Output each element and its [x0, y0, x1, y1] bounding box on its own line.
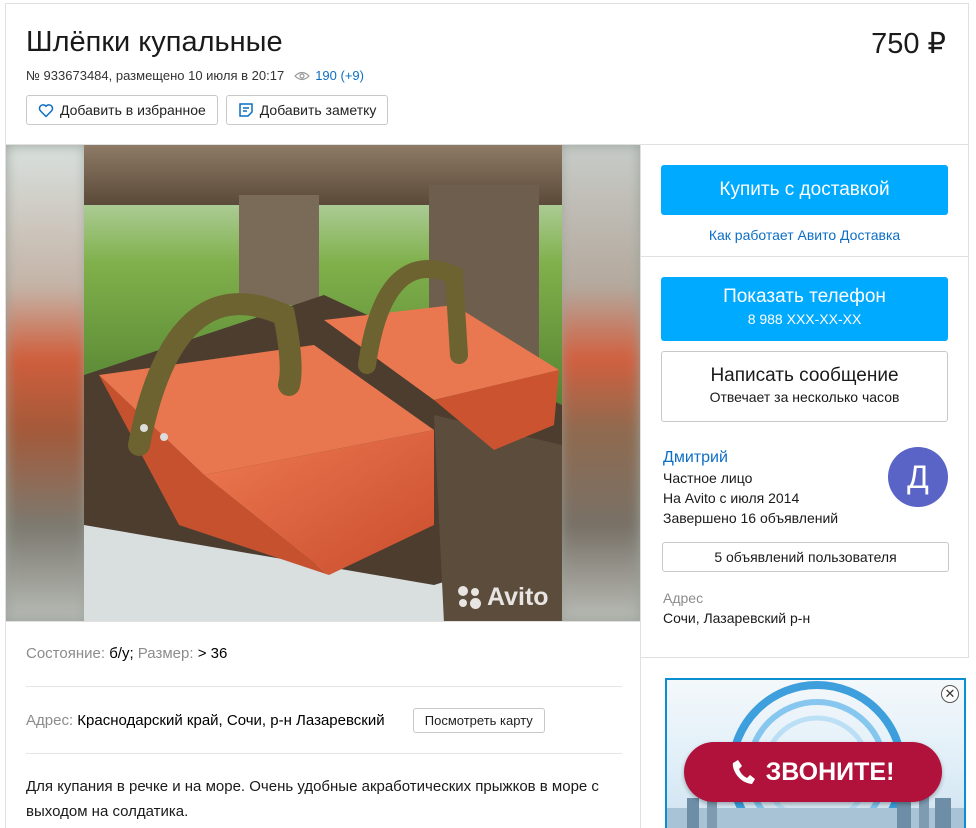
views-count: 190 (+9) [315, 68, 364, 83]
note-icon [239, 103, 253, 117]
avito-logo-icon [458, 585, 482, 610]
avito-watermark: Avito [458, 583, 549, 612]
phone-number-masked: 8 988 XXX-XX-XX [747, 311, 862, 327]
sidebar-address-value: Сочи, Лазаревский р-н [663, 610, 811, 626]
show-phone-button[interactable]: Показать телефон 8 988 XXX-XX-XX [661, 277, 948, 341]
size-label: Размер: [137, 645, 194, 662]
close-icon[interactable]: ✕ [941, 685, 959, 703]
heart-icon [38, 103, 54, 117]
listing-number-date: № 933673484, размещено 10 июля в 20:17 [26, 68, 285, 83]
divider [26, 686, 622, 687]
call-now-button[interactable]: ЗВОНИТЕ! [684, 742, 942, 802]
show-map-button[interactable]: Посмотреть карту [412, 708, 545, 733]
price: 750 ₽ [871, 28, 946, 60]
add-note-button[interactable]: Добавить заметку [225, 95, 389, 125]
call-now-text: ЗВОНИТЕ! [765, 757, 895, 786]
listing-photo[interactable] [84, 145, 562, 622]
user-ads-button[interactable]: 5 объявлений пользователя [662, 542, 949, 572]
address-value: Краснодарский край, Сочи, р-н Лазаревски… [77, 712, 385, 729]
sidebar-address-label: Адрес [663, 590, 704, 606]
write-message-button[interactable]: Написать сообщение Отвечает за несколько… [661, 351, 948, 422]
gallery-blur-left [6, 145, 86, 621]
write-message-title: Написать сообщение [710, 365, 899, 386]
description: Для купания в речке и на море. Очень удо… [26, 778, 599, 820]
condition-label: Состояние: [26, 645, 106, 662]
listing-page: Шлёпки купальные 750 ₽ № 933673484, разм… [0, 0, 976, 828]
size-value: > 36 [197, 645, 228, 662]
add-note-label: Добавить заметку [259, 102, 377, 118]
seller-name-link[interactable]: Дмитрий [663, 449, 728, 467]
listing-header: Шлёпки купальные 750 ₽ № 933673484, разм… [5, 3, 969, 145]
divider [641, 256, 968, 257]
photo-gallery[interactable]: Avito [5, 144, 641, 622]
header-actions: Добавить в избранное Добавить заметку [26, 95, 389, 125]
gallery-blur-right [560, 145, 640, 621]
avito-watermark-text: Avito [487, 583, 549, 611]
sidebar: Купить с доставкой Как работает Авито До… [640, 144, 969, 658]
add-to-favorites-button[interactable]: Добавить в избранное [26, 95, 218, 125]
response-time: Отвечает за несколько часов [709, 389, 900, 405]
address-label: Адрес: [26, 712, 74, 729]
ad-banner[interactable]: ✕ ЗВОНИТЕ! [665, 678, 966, 828]
show-phone-title: Показать телефон [723, 286, 886, 307]
phone-icon [732, 760, 755, 784]
divider [26, 753, 622, 754]
seller-since: На Avito с июля 2014 [663, 490, 800, 506]
listing-info: Состояние: б/у; Размер: > 36 Адрес: Крас… [5, 622, 641, 828]
condition-value: б/у; [109, 645, 134, 662]
delivery-info-link[interactable]: Как работает Авито Доставка [641, 227, 968, 243]
params-row: Состояние: б/у; Размер: > 36 [26, 645, 227, 662]
seller-type: Частное лицо [663, 470, 753, 486]
buy-with-delivery-button[interactable]: Купить с доставкой [661, 165, 948, 215]
views-counter[interactable]: 190 (+9) [294, 68, 364, 83]
eye-icon [294, 71, 311, 80]
listing-meta: № 933673484, размещено 10 июля в 20:17 1… [26, 68, 364, 83]
page-title: Шлёпки купальные [26, 26, 283, 58]
address-row: Адрес: Краснодарский край, Сочи, р-н Лаз… [26, 708, 545, 733]
avatar[interactable]: Д [888, 447, 948, 507]
seller-completed-ads: Завершено 16 объявлений [663, 510, 839, 526]
add-to-favorites-label: Добавить в избранное [60, 102, 206, 118]
